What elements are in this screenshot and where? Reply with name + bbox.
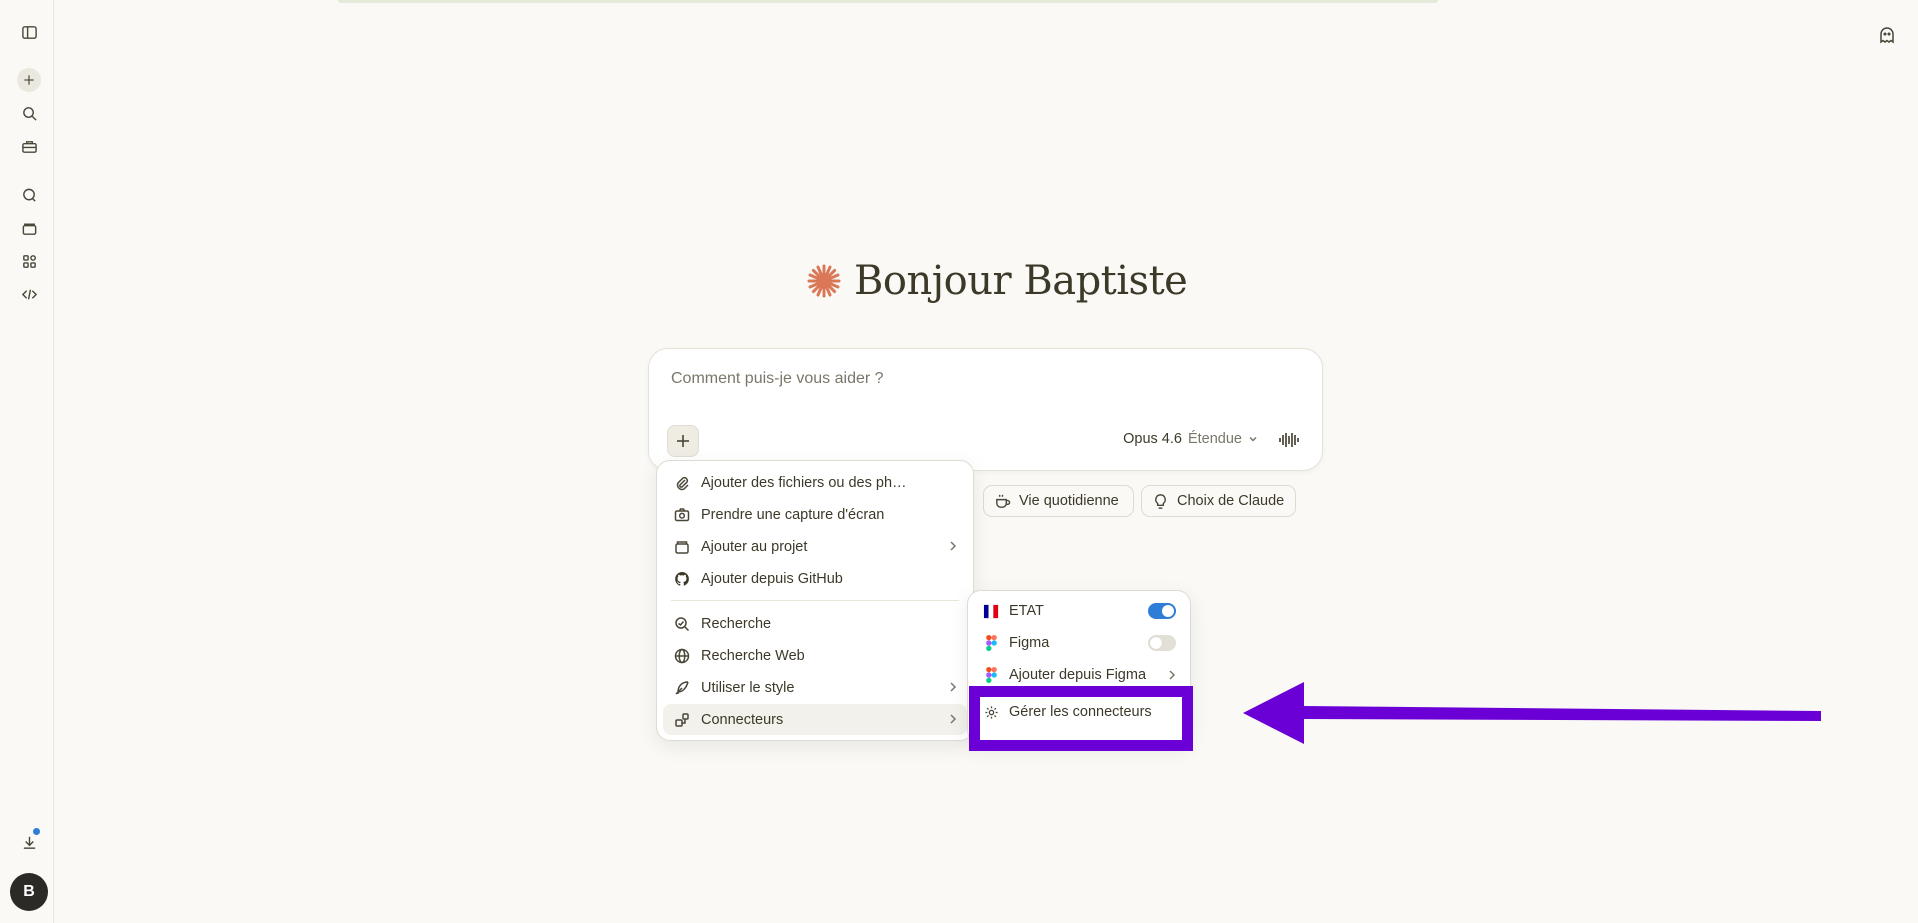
chip-vie-quotidienne[interactable]: Vie quotidienne xyxy=(983,485,1134,517)
artifacts-icon[interactable] xyxy=(14,246,44,276)
globe-icon xyxy=(673,647,690,664)
code-icon[interactable] xyxy=(14,279,44,309)
waveform-icon xyxy=(1279,433,1299,447)
connector-figma[interactable]: Figma xyxy=(974,628,1184,658)
new-chat-icon[interactable] xyxy=(17,68,41,92)
figma-icon xyxy=(982,666,1000,684)
composer: Opus 4.6 Étendue xyxy=(648,348,1323,471)
figma-toggle[interactable] xyxy=(1148,635,1176,651)
menu-item-connectors[interactable]: Connecteurs xyxy=(663,704,967,735)
menu-item-label: Utiliser le style xyxy=(701,679,795,696)
sidebar-toggle-icon[interactable] xyxy=(14,17,44,47)
menu-item-label: Connecteurs xyxy=(701,711,784,728)
menu-item-label: Recherche Web xyxy=(701,647,805,664)
prompt-input[interactable] xyxy=(669,369,1293,389)
project-icon xyxy=(673,538,690,555)
menu-item-research[interactable]: Recherche xyxy=(663,608,967,639)
menu-item-add-files[interactable]: Ajouter des fichiers ou des ph… xyxy=(663,467,967,498)
menu-item-web-search[interactable]: Recherche Web xyxy=(663,640,967,671)
chevron-right-icon xyxy=(1166,669,1178,685)
lightbulb-icon xyxy=(1155,493,1166,509)
menu-item-label: Ajouter au projet xyxy=(701,538,808,555)
chip-label: Choix de Claude xyxy=(1177,493,1285,509)
menu-item-add-to-project[interactable]: Ajouter au projet xyxy=(663,531,967,562)
submenu-item-label: Ajouter depuis Figma xyxy=(1009,667,1147,683)
camera-icon xyxy=(673,506,690,523)
incognito-ghost-icon[interactable] xyxy=(1874,22,1900,48)
model-name: Opus 4.6 xyxy=(1123,431,1182,447)
connector-etat[interactable]: ETAT xyxy=(974,596,1184,626)
annotation-highlight-box xyxy=(969,686,1193,751)
model-selector[interactable]: Opus 4.6 Étendue xyxy=(1123,431,1258,447)
chevron-right-icon xyxy=(947,540,959,552)
menu-item-label: Ajouter des fichiers ou des ph… xyxy=(701,474,907,491)
menu-item-label: Ajouter depuis GitHub xyxy=(701,570,843,587)
add-content-menu: Ajouter des fichiers ou des ph… Prendre … xyxy=(656,460,974,741)
github-icon xyxy=(673,570,690,587)
claude-logo-icon xyxy=(807,264,841,298)
menu-item-github[interactable]: Ajouter depuis GitHub xyxy=(663,563,967,594)
top-progress-strip xyxy=(338,0,1438,3)
notification-dot xyxy=(33,828,40,835)
add-content-button[interactable] xyxy=(667,425,699,457)
etat-logo-icon xyxy=(982,602,1000,620)
avatar[interactable]: B xyxy=(10,873,48,911)
voice-mode-button[interactable] xyxy=(1276,427,1302,453)
research-icon xyxy=(673,615,690,632)
connector-label: Figma xyxy=(1009,635,1050,651)
menu-item-label: Recherche xyxy=(701,615,772,632)
etat-toggle[interactable] xyxy=(1148,603,1176,619)
page-title: Bonjour Baptiste xyxy=(854,258,1188,304)
model-effort: Étendue xyxy=(1187,431,1242,447)
connectors-icon xyxy=(673,711,690,728)
chip-choix-de-claude[interactable]: Choix de Claude xyxy=(1141,485,1296,517)
menu-item-label: Prendre une capture d'écran xyxy=(701,506,885,523)
feather-icon xyxy=(673,679,690,696)
plus-icon xyxy=(677,435,689,447)
sidebar: B xyxy=(0,0,54,923)
coffee-icon xyxy=(996,494,1011,508)
figma-icon xyxy=(982,634,1000,652)
search-icon[interactable] xyxy=(14,98,44,128)
menu-divider xyxy=(671,600,959,601)
chip-label: Vie quotidienne xyxy=(1019,493,1119,509)
connector-label: ETAT xyxy=(1009,603,1044,619)
annotation-arrow-icon xyxy=(1243,682,1821,744)
menu-item-screenshot[interactable]: Prendre une capture d'écran xyxy=(663,499,967,530)
paperclip-icon xyxy=(673,474,690,491)
projects-icon[interactable] xyxy=(14,213,44,243)
greeting: Bonjour Baptiste xyxy=(806,258,1188,304)
chats-icon[interactable] xyxy=(14,180,44,210)
chevron-right-icon xyxy=(947,713,959,725)
chevron-right-icon xyxy=(947,681,959,693)
menu-item-use-style[interactable]: Utiliser le style xyxy=(663,672,967,703)
toolbox-icon[interactable] xyxy=(14,131,44,161)
chevron-down-icon xyxy=(1249,436,1257,442)
